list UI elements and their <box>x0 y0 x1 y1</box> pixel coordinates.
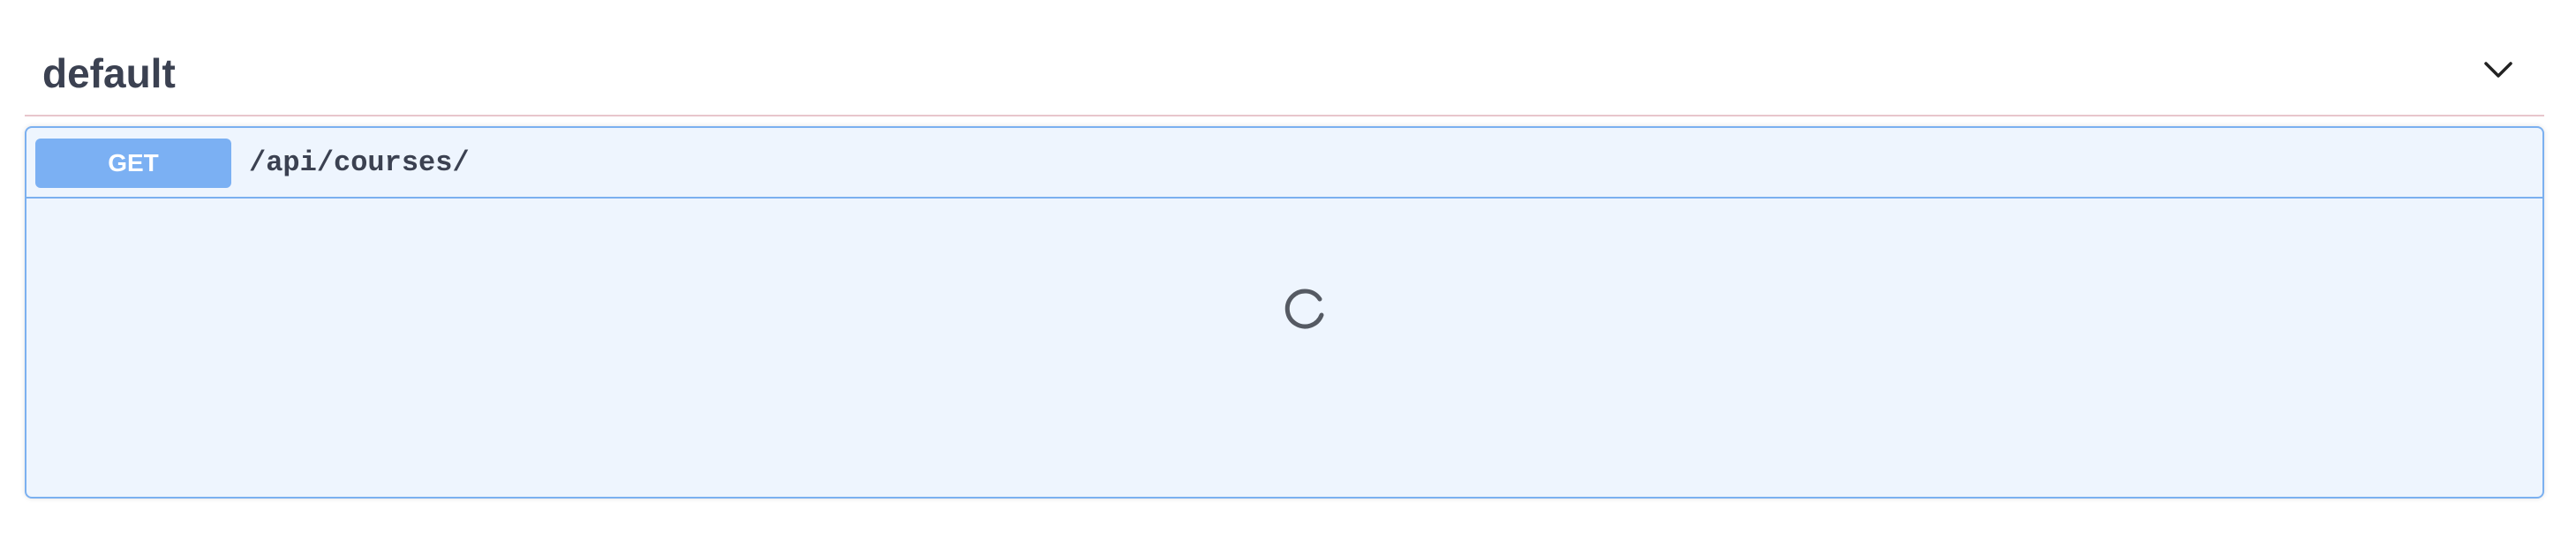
operation-block-get: GET /api/courses/ <box>25 126 2544 499</box>
operation-body <box>26 199 2542 497</box>
operation-summary[interactable]: GET /api/courses/ <box>26 128 2542 199</box>
chevron-down-icon <box>2477 51 2520 88</box>
tag-section-header[interactable]: default <box>25 35 2544 116</box>
loading-spinner-icon <box>1282 287 1329 334</box>
method-badge: GET <box>35 139 231 188</box>
endpoint-path: /api/courses/ <box>249 146 470 179</box>
expand-collapse-button[interactable] <box>2477 51 2520 88</box>
section-title: default <box>42 50 176 96</box>
